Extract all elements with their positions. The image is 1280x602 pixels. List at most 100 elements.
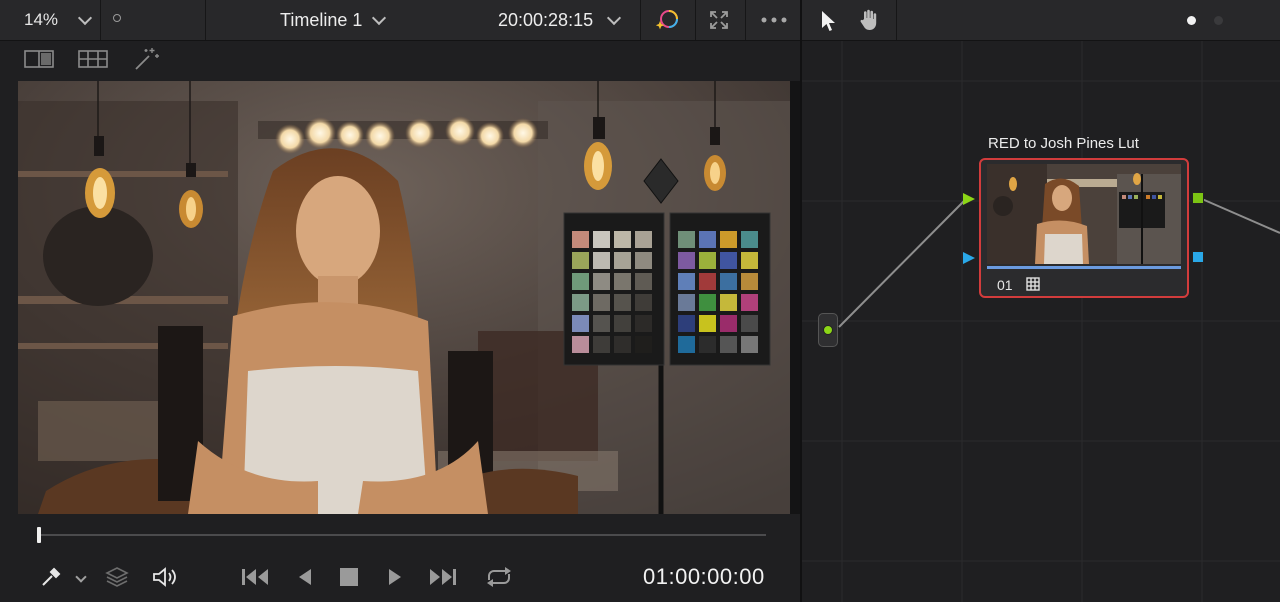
chevron-down-icon — [77, 10, 93, 25]
color-swatch — [635, 252, 652, 269]
color-swatch — [741, 252, 758, 269]
input-key-triangle-icon[interactable] — [962, 251, 976, 265]
timecode-value: 20:00:28:15 — [498, 9, 594, 30]
chevron-down-icon[interactable] — [72, 568, 90, 586]
playback-timecode: 01:00:00:00 — [643, 564, 765, 589]
magic-wand-icon[interactable] — [132, 46, 162, 72]
color-swatch — [678, 273, 695, 290]
color-swatch — [593, 252, 610, 269]
corrector-node-01[interactable]: 01 — [979, 158, 1189, 298]
color-swatch — [720, 273, 737, 290]
color-wheel-icon[interactable] — [652, 6, 682, 34]
zoom-value: 14% — [24, 10, 59, 29]
viewer-frame-image — [18, 81, 790, 514]
timeline-dropdown[interactable]: Timeline 1 — [280, 0, 387, 40]
color-swatch — [741, 273, 758, 290]
fullscreen-icon[interactable] — [706, 8, 732, 32]
node-progress-bar — [987, 266, 1181, 269]
color-swatch — [614, 294, 631, 311]
divider — [100, 0, 101, 40]
color-swatch — [741, 294, 758, 311]
viewer-scrollbar[interactable] — [790, 81, 800, 514]
color-swatch — [572, 336, 589, 353]
node-graph-grid — [802, 41, 1280, 602]
eyedropper-icon[interactable] — [38, 564, 64, 590]
color-swatch — [635, 231, 652, 248]
color-swatch — [741, 336, 758, 353]
skip-to-start-icon[interactable] — [238, 564, 272, 590]
color-swatch — [593, 294, 610, 311]
play-icon[interactable] — [382, 564, 408, 590]
color-swatch — [678, 336, 695, 353]
connection-line — [838, 199, 966, 328]
color-swatch — [614, 336, 631, 353]
output-rgb-square-icon[interactable] — [1192, 192, 1204, 204]
color-swatch — [720, 231, 737, 248]
node-thumbnail — [987, 164, 1181, 264]
color-swatch — [720, 336, 737, 353]
lut-grid-icon — [1026, 277, 1040, 291]
divider — [695, 0, 696, 40]
color-swatch — [699, 231, 716, 248]
color-swatch — [593, 336, 610, 353]
color-swatch — [699, 273, 716, 290]
chevron-down-icon — [607, 10, 622, 25]
color-swatch — [614, 231, 631, 248]
color-swatch — [572, 252, 589, 269]
scrubber-track[interactable] — [38, 534, 766, 536]
pointer-tool-icon[interactable] — [816, 8, 840, 34]
input-rgb-triangle-icon[interactable] — [962, 192, 976, 206]
color-swatch — [572, 315, 589, 332]
grid-wipe-icon[interactable] — [78, 48, 108, 70]
page-indicator-dot-active[interactable] — [1187, 16, 1196, 25]
divider — [640, 0, 641, 40]
color-swatch — [635, 315, 652, 332]
color-swatch — [635, 273, 652, 290]
layers-icon[interactable] — [104, 564, 130, 590]
color-swatch — [741, 231, 758, 248]
color-swatch — [614, 273, 631, 290]
divider — [896, 0, 897, 40]
source-output-dot[interactable] — [823, 325, 833, 335]
color-swatch — [699, 294, 716, 311]
chevron-down-icon — [372, 10, 387, 25]
divider — [745, 0, 746, 40]
color-swatch — [741, 315, 758, 332]
hand-tool-icon[interactable] — [855, 6, 883, 34]
connection-line — [1201, 198, 1280, 234]
color-swatch — [572, 231, 589, 248]
color-swatch — [720, 252, 737, 269]
color-swatch — [593, 315, 610, 332]
zoom-dropdown[interactable]: 14% — [0, 0, 100, 40]
viewer-toolbar: 14% Timeline 1 20:00:28:15 — [0, 0, 1280, 41]
play-reverse-icon[interactable] — [292, 564, 318, 590]
color-swatch — [720, 315, 737, 332]
color-swatch — [572, 294, 589, 311]
node-graph[interactable] — [802, 41, 1280, 602]
scroll-handle-icon[interactable] — [113, 14, 121, 22]
color-swatch — [678, 231, 695, 248]
loop-icon[interactable] — [482, 564, 516, 590]
timeline-name: Timeline 1 — [280, 9, 363, 30]
color-swatch — [720, 294, 737, 311]
timecode-dropdown[interactable]: 20:00:28:15 — [498, 0, 622, 40]
color-swatch — [678, 315, 695, 332]
viewer-image[interactable] — [18, 81, 790, 514]
color-swatch — [678, 294, 695, 311]
color-swatch — [678, 252, 695, 269]
color-swatch — [572, 273, 589, 290]
page-indicator-dot[interactable] — [1214, 16, 1223, 25]
color-swatch — [614, 315, 631, 332]
color-swatch — [699, 336, 716, 353]
playhead[interactable] — [37, 527, 41, 543]
skip-to-end-icon[interactable] — [426, 564, 460, 590]
more-options-icon[interactable] — [758, 10, 790, 30]
source-input-node[interactable] — [818, 313, 838, 347]
split-screen-icon[interactable] — [24, 48, 54, 70]
speaker-icon[interactable] — [150, 564, 180, 590]
output-key-square-icon[interactable] — [1192, 251, 1204, 263]
stop-icon[interactable] — [336, 564, 362, 590]
viewer-subtoolbar — [0, 41, 800, 79]
color-swatch — [635, 336, 652, 353]
color-swatch — [593, 231, 610, 248]
